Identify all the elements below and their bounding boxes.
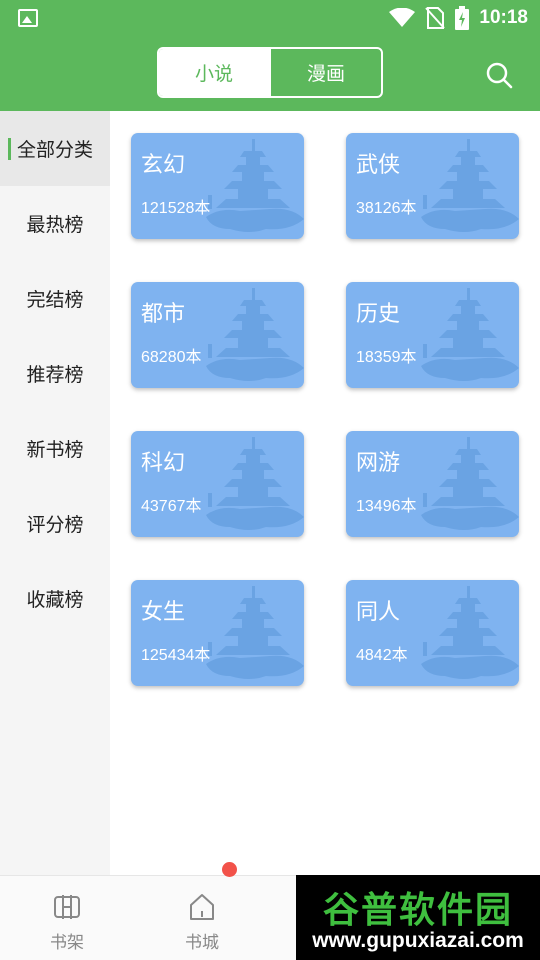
category-count: 38126本 [356,200,417,217]
category-name: 历史 [356,302,401,327]
sidebar-item-label: 全部分类 [16,139,93,161]
watermark-url: www.gupuxiazai.com [312,929,524,952]
category-grid: 玄幻 121528本 武侠 38126本 都市 68280本 历史 18359本… [110,111,540,875]
pagoda-decoration [421,586,519,679]
category-name: 玄幻 [141,153,186,178]
pagoda-decoration [421,288,519,381]
pagoda-decoration [206,288,304,381]
sidebar-item-all-categories[interactable]: 全部分类 [0,111,110,186]
sidebar-item-label: 新书榜 [26,439,84,461]
sidebar-item-label: 推荐榜 [26,364,84,386]
category-card[interactable]: 同人 4842本 [346,580,519,686]
pagoda-decoration [206,437,304,530]
category-count: 121528本 [141,200,211,217]
category-count: 4842本 [356,647,408,664]
clock: 10:18 [479,7,528,28]
pagoda-decoration [421,437,519,530]
tab-comic[interactable]: 漫画 [269,49,381,96]
sidebar-item-label: 收藏榜 [26,589,84,611]
app-bar: 小说 漫画 [0,36,540,111]
category-count: 13496本 [356,498,417,515]
tab-novel[interactable]: 小说 [159,49,269,96]
category-name: 科幻 [141,451,186,476]
category-name: 网游 [356,451,401,476]
search-icon[interactable] [484,60,514,90]
watermark: 谷普软件园 www.gupuxiazai.com [296,875,540,960]
sidebar-item-label: 评分榜 [26,514,84,536]
category-card[interactable]: 玄幻 121528本 [131,133,304,239]
sidebar-item-rating[interactable]: 评分榜 [0,486,110,561]
notification-badge [222,862,237,877]
category-card[interactable]: 都市 68280本 [131,282,304,388]
nav-bookshelf[interactable]: 书架 [22,876,112,960]
battery-charging-icon [455,6,470,30]
no-sim-icon [425,7,446,29]
pagoda-decoration [206,586,304,679]
category-name: 武侠 [356,153,401,178]
nav-label: 书城 [185,933,219,953]
sidebar-item-favorites[interactable]: 收藏榜 [0,561,110,636]
category-name: 同人 [356,600,401,625]
nav-bookstore[interactable]: 书城 [157,876,247,960]
sidebar-item-completed[interactable]: 完结榜 [0,261,110,336]
category-name: 女生 [141,600,186,625]
sidebar-item-recommended[interactable]: 推荐榜 [0,336,110,411]
category-count: 125434本 [141,647,211,664]
category-card[interactable]: 女生 125434本 [131,580,304,686]
category-count: 18359本 [356,349,417,366]
pagoda-decoration [206,139,304,232]
category-card[interactable]: 武侠 38126本 [346,133,519,239]
content-type-switch: 小说 漫画 [157,47,383,98]
category-card[interactable]: 科幻 43767本 [131,431,304,537]
category-card[interactable]: 网游 13496本 [346,431,519,537]
wifi-icon [389,8,416,27]
bookshelf-icon [54,895,80,919]
category-name: 都市 [141,302,186,327]
home-icon [190,894,214,920]
sidebar-item-label: 最热榜 [26,214,84,236]
sidebar: 全部分类 最热榜 完结榜 推荐榜 新书榜 评分榜 收藏榜 [0,111,110,875]
watermark-title: 谷普软件园 [322,890,513,931]
category-card[interactable]: 历史 18359本 [346,282,519,388]
image-icon [18,9,38,27]
sidebar-item-new-books[interactable]: 新书榜 [0,411,110,486]
sidebar-item-label: 完结榜 [26,289,84,311]
sidebar-item-hottest[interactable]: 最热榜 [0,186,110,261]
nav-label: 书架 [50,933,84,953]
status-bar: 10:18 [0,0,540,36]
pagoda-decoration [421,139,519,232]
category-count: 68280本 [141,349,202,366]
category-count: 43767本 [141,498,202,515]
